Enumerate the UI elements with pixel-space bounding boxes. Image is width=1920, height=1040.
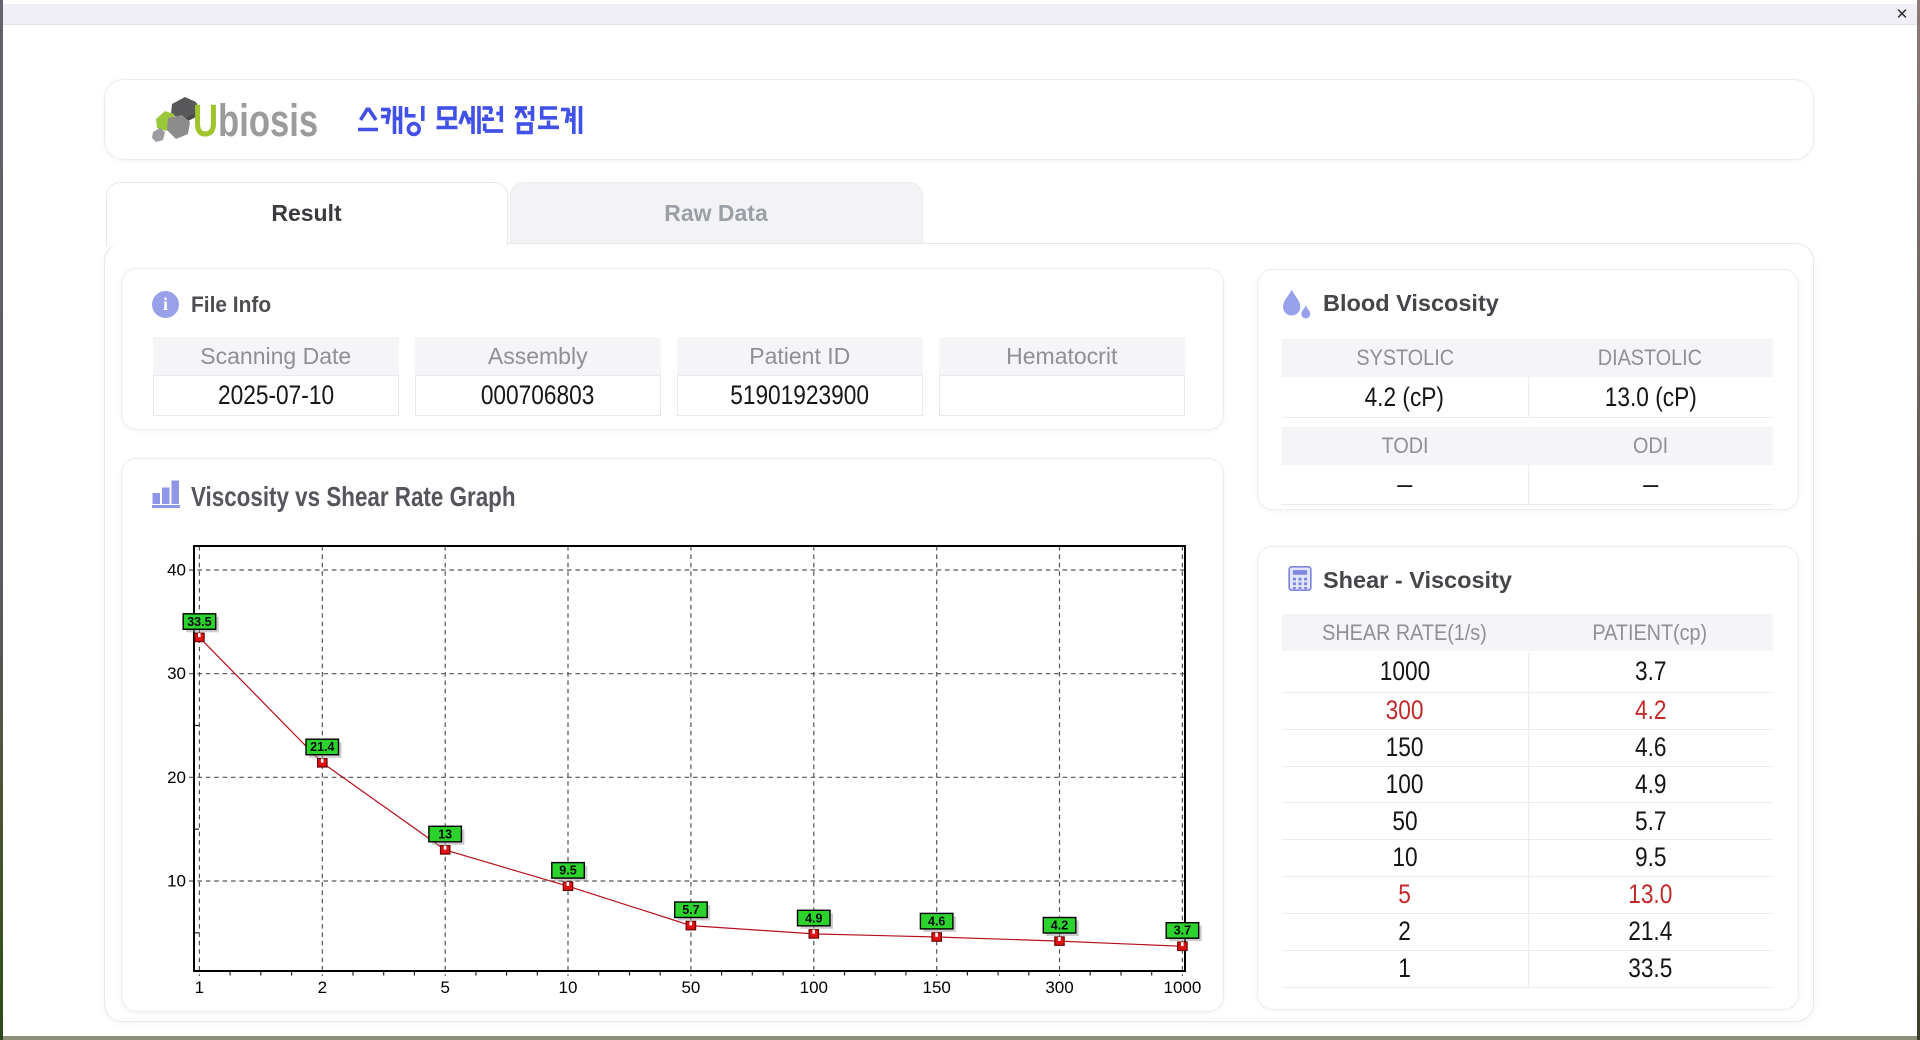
svg-text:40: 40 <box>167 561 186 580</box>
svg-text:5: 5 <box>440 978 449 997</box>
svg-text:300: 300 <box>1045 978 1073 997</box>
svg-text:21.4: 21.4 <box>310 740 334 754</box>
svg-text:4.2: 4.2 <box>1051 919 1068 933</box>
svg-text:13: 13 <box>438 827 452 841</box>
svg-text:33.5: 33.5 <box>187 615 211 629</box>
svg-text:1: 1 <box>195 978 204 997</box>
svg-text:3.7: 3.7 <box>1174 924 1191 938</box>
svg-text:5.7: 5.7 <box>682 903 699 917</box>
svg-text:10: 10 <box>167 872 186 891</box>
svg-text:4.6: 4.6 <box>928 914 945 928</box>
svg-text:20: 20 <box>167 768 186 787</box>
svg-text:10: 10 <box>559 978 578 997</box>
svg-text:30: 30 <box>167 664 186 683</box>
svg-text:2: 2 <box>318 978 327 997</box>
svg-text:100: 100 <box>800 978 828 997</box>
svg-text:9.5: 9.5 <box>559 864 576 878</box>
svg-text:1000: 1000 <box>1163 978 1201 997</box>
svg-text:150: 150 <box>923 978 951 997</box>
svg-text:4.9: 4.9 <box>805 911 822 925</box>
svg-text:50: 50 <box>681 978 700 997</box>
